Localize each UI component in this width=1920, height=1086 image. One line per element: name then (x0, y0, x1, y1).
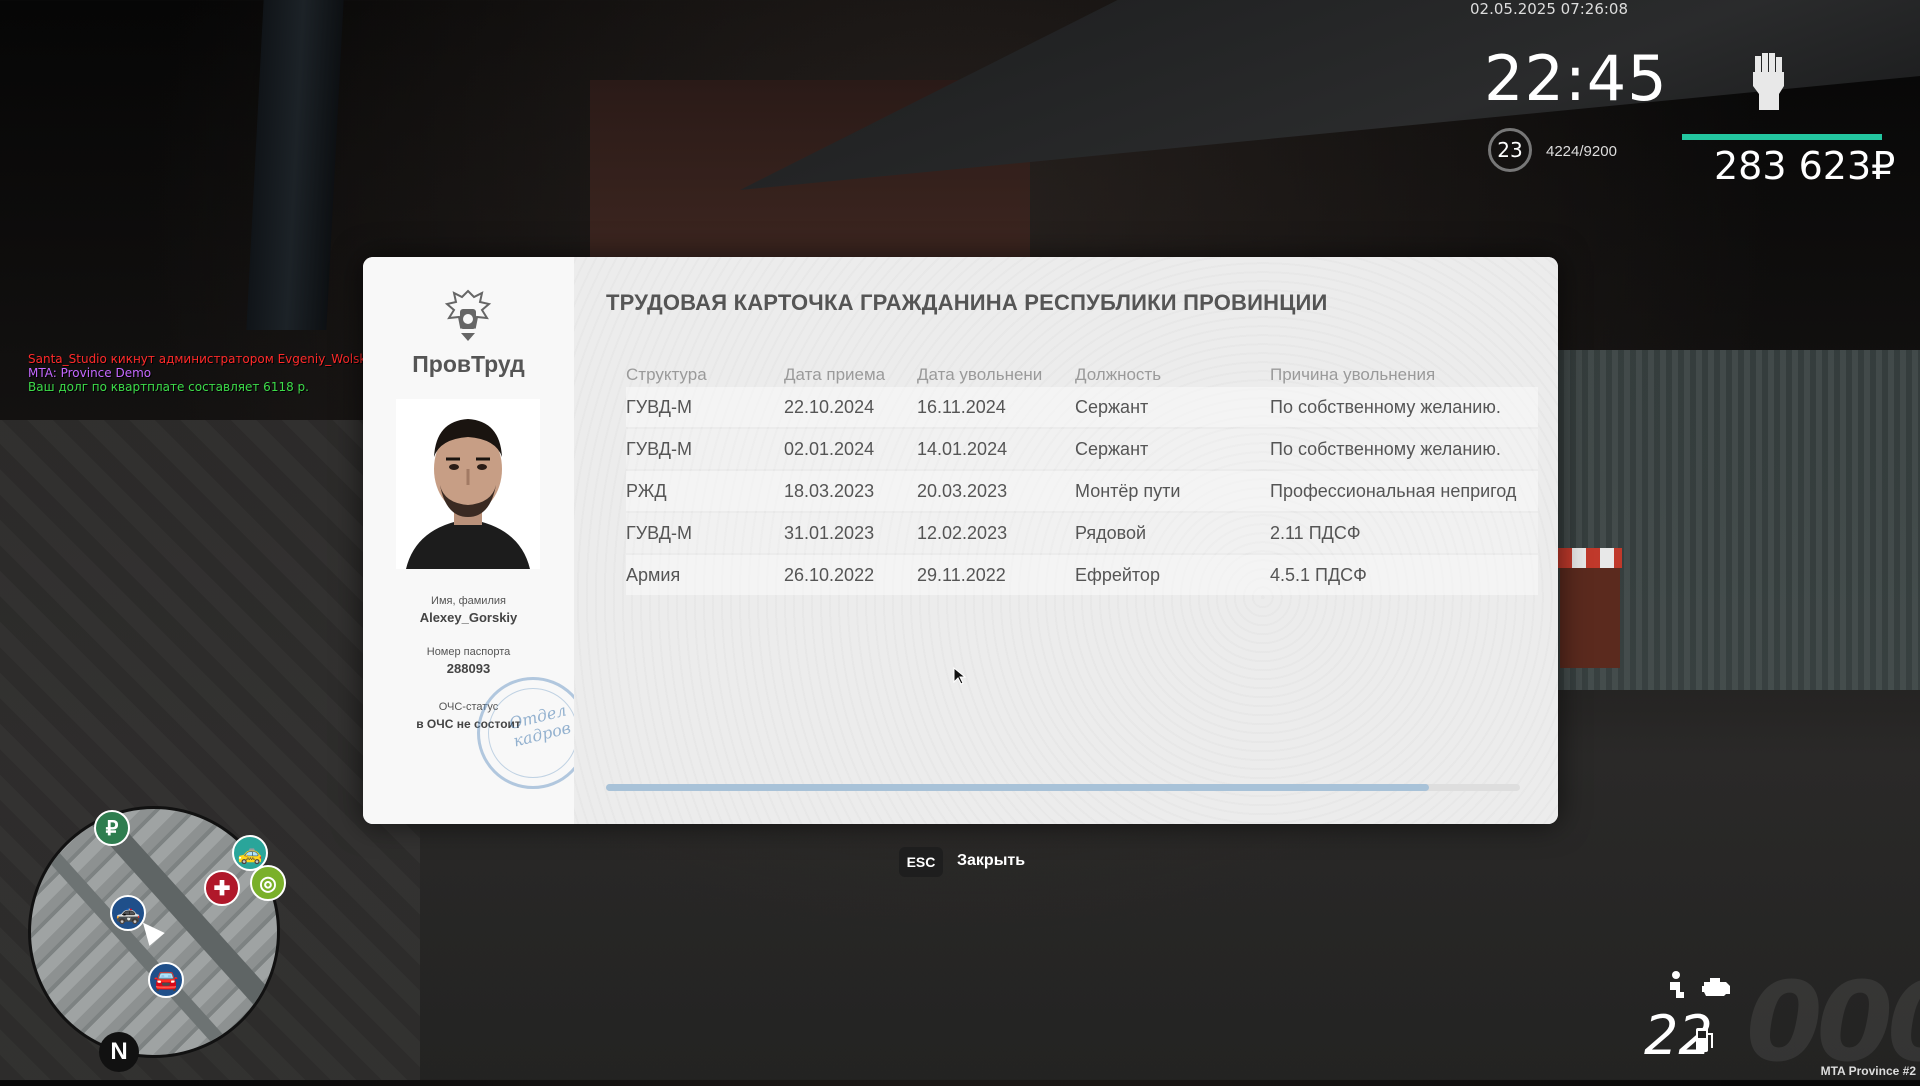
engine-icon (1702, 978, 1730, 996)
cell-hire-date: 02.01.2024 (784, 439, 875, 459)
cell-reason: По собственному желанию. (1270, 397, 1501, 417)
cell-dismissal-date: 16.11.2024 (917, 397, 1006, 417)
hud-datetime: 02.05.2025 07:26:08 (1470, 0, 1629, 18)
seatbelt-icon (1670, 971, 1684, 998)
esc-key-badge[interactable]: ESC (899, 847, 943, 877)
table-row: РЖД 18.03.2023 20.03.2023 Монтёр пути Пр… (626, 471, 1538, 511)
ruble-map-icon: ₽ (94, 810, 130, 846)
cell-dismissal-date: 20.03.2023 (917, 481, 1008, 501)
hud-experience: 4224/9200 (1546, 143, 1617, 160)
cell-position: Монтёр пути (1075, 481, 1181, 501)
car-map-icon: 🚘 (148, 962, 184, 998)
hud-level-ring: 23 (1488, 128, 1532, 172)
background-tower (246, 0, 344, 330)
cell-reason: 4.5.1 ПДСФ (1270, 565, 1367, 585)
citizen-photo (396, 399, 540, 569)
cell-position: Сержант (1075, 439, 1149, 459)
hospital-map-icon: ✚ (204, 870, 240, 906)
cell-structure: ГУВД-М (626, 397, 692, 417)
column-header-structure: Структура (626, 365, 707, 384)
target-map-icon: ◎ (250, 865, 286, 901)
card-title: ТРУДОВАЯ КАРТОЧКА ГРАЖДАНИНА РЕСПУБЛИКИ … (606, 290, 1328, 315)
column-header-hire-date: Дата приема (784, 365, 886, 384)
card-content: ТРУДОВАЯ КАРТОЧКА ГРАЖДАНИНА РЕСПУБЛИКИ … (574, 257, 1558, 824)
cell-reason: 2.11 ПДСФ (1270, 523, 1361, 543)
cell-structure: Армия (626, 565, 681, 585)
cell-hire-date: 22.10.2024 (784, 397, 875, 417)
cell-hire-date: 18.03.2023 (784, 481, 875, 501)
hr-stamp: Отдел кадров (477, 677, 589, 789)
scrollbar-thumb[interactable] (606, 784, 1429, 791)
cell-dismissal-date: 14.01.2024 (917, 439, 1008, 459)
cell-position: Сержант (1075, 397, 1149, 417)
fist-icon (1753, 53, 1784, 110)
table-row: ГУВД-М 22.10.2024 16.11.2024 Сержант По … (626, 387, 1538, 427)
name-value: Alexey_Gorskiy (419, 610, 518, 625)
passport-label: Номер паспорта (426, 646, 511, 658)
health-bar (1682, 134, 1882, 140)
employment-table[interactable]: ГУВД-М 22.10.2024 16.11.2024 Сержант По … (626, 387, 1538, 597)
cell-reason: Профессиональная непригод (1270, 481, 1517, 501)
mouse-cursor-icon (953, 667, 967, 685)
close-button[interactable]: Закрыть (957, 852, 1025, 870)
cell-position: Ефрейтор (1075, 565, 1160, 585)
cell-dismissal-date: 12.02.2023 (917, 523, 1008, 543)
cell-structure: ГУВД-М (626, 439, 692, 459)
cell-dismissal-date: 29.11.2022 (917, 565, 1006, 585)
server-name: MTA Province #2 (1820, 1064, 1916, 1078)
column-header-dismissal-date: Дата увольнени (917, 365, 1043, 384)
name-label: Имя, фамилия (431, 595, 506, 607)
table-row: Армия 26.10.2022 29.11.2022 Ефрейтор 4.5… (626, 555, 1538, 595)
cell-hire-date: 31.01.2023 (784, 523, 875, 543)
hud-money: 283 623₽ (1714, 144, 1896, 188)
passport-value: 288093 (446, 661, 491, 676)
cell-structure: ГУВД-М (626, 523, 692, 543)
background-barrier-arm (1558, 548, 1622, 568)
fuel-icon (1696, 1028, 1713, 1052)
org-name: ПровТруд (412, 351, 525, 377)
employment-card-modal: ПровТруд Имя, фамилия Alexey_Gorskiy Ном… (363, 257, 1558, 824)
north-indicator: N (99, 1032, 139, 1072)
column-header-position: Должность (1075, 365, 1162, 384)
cell-reason: По собственному желанию. (1270, 439, 1501, 459)
citizen-portrait-image (396, 399, 540, 569)
card-sidebar: ПровТруд Имя, фамилия Alexey_Gorskiy Ном… (363, 257, 589, 824)
coat-of-arms-icon (444, 289, 492, 341)
hud-clock: 22:45 (1484, 42, 1668, 115)
horizontal-scrollbar[interactable] (606, 784, 1520, 791)
cell-structure: РЖД (626, 481, 667, 501)
table-row: ГУВД-М 02.01.2024 14.01.2024 Сержант По … (626, 429, 1538, 469)
cell-position: Рядовой (1075, 523, 1147, 543)
table-header: Структура Дата приема Дата увольнени Дол… (626, 365, 1536, 387)
hud-level: 23 (1497, 138, 1523, 162)
table-row: ГУВД-М 31.01.2023 12.02.2023 Рядовой 2.1… (626, 513, 1538, 553)
cell-hire-date: 26.10.2022 (784, 565, 875, 585)
column-header-reason: Причина увольнения (1270, 365, 1436, 384)
